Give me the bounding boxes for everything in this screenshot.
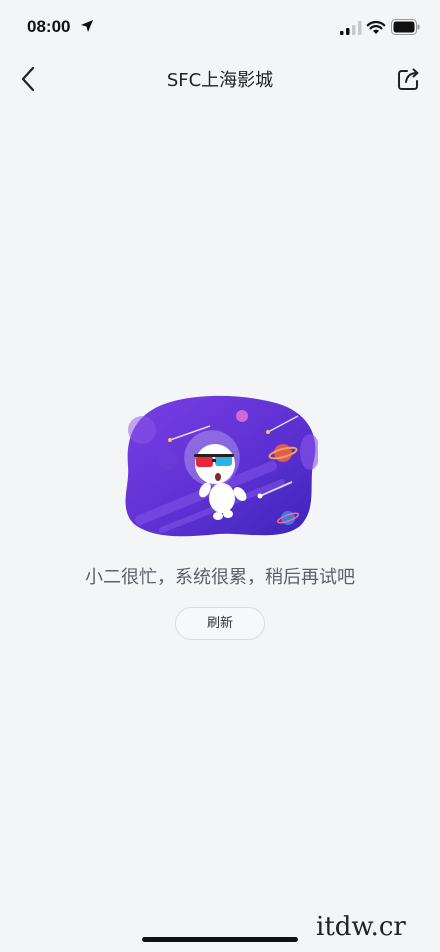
wifi-icon [366, 20, 386, 34]
status-bar: 08:00 [0, 0, 440, 54]
watermark: itdw.cr [316, 912, 406, 942]
error-message: 小二很忙，系统很累，稍后再试吧 [85, 567, 355, 588]
share-icon[interactable] [396, 66, 422, 92]
status-time: 08:00 [27, 17, 71, 36]
nav-bar: SFC上海影城 [0, 54, 440, 104]
refresh-button[interactable]: 刷新 [175, 607, 265, 640]
location-arrow-icon [81, 20, 93, 32]
signal-icon [340, 21, 362, 35]
home-indicator[interactable] [142, 937, 298, 942]
astronaut-illustration [125, 395, 318, 537]
battery-icon [391, 19, 420, 35]
page-title: SFC上海影城 [166, 70, 274, 91]
